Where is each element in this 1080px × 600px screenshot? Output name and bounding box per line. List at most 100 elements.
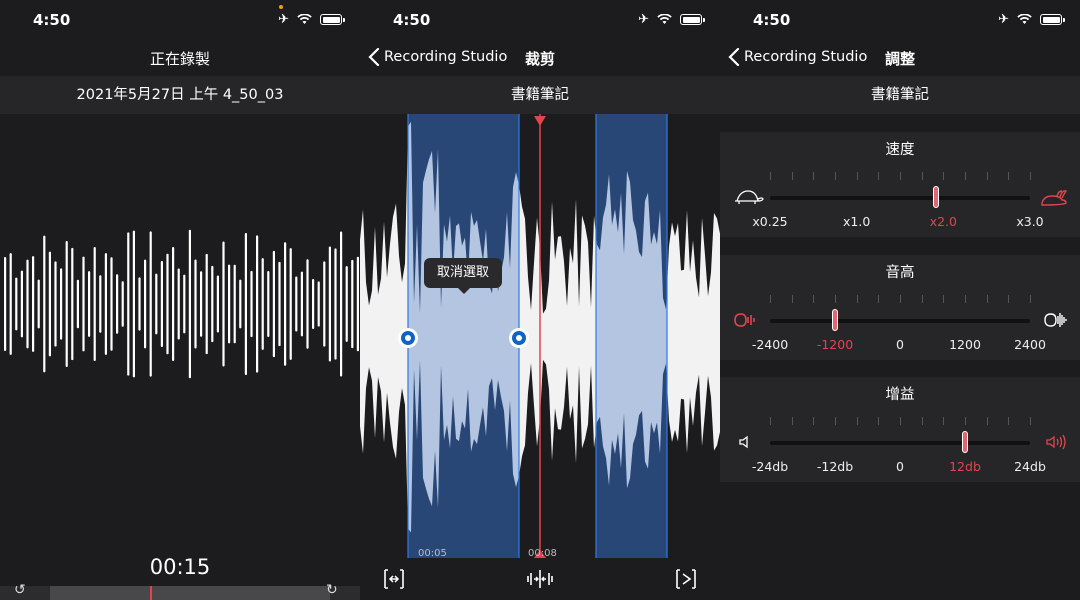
recording-name: 書籍筆記: [360, 76, 720, 114]
page-title: 調整: [885, 50, 916, 68]
wave-bar: [104, 253, 107, 355]
chevron-left-icon: [368, 48, 380, 66]
wave-bar: [48, 251, 51, 357]
wave-bar: [295, 276, 298, 332]
status-time: 4:50: [753, 11, 791, 29]
pitch-title: 音高: [885, 265, 915, 281]
forward-icon[interactable]: ↻: [326, 582, 338, 598]
wave-bar: [289, 248, 292, 360]
slider-tick: [813, 172, 815, 180]
wave-bar: [256, 235, 259, 373]
airplane-icon: ✈: [998, 12, 1009, 27]
slider-tick: [986, 417, 988, 425]
low-pitch-icon: [734, 313, 755, 327]
wave-bar: [233, 264, 236, 344]
speed-knob[interactable]: [933, 186, 940, 208]
pitch-slider[interactable]: [770, 319, 1030, 323]
wave-bar: [272, 250, 275, 358]
slider-tick: [965, 172, 966, 180]
slider-tick: [965, 417, 966, 425]
slider-label: -24db: [751, 459, 789, 474]
battery-icon: [320, 14, 345, 25]
battery-icon: [1040, 14, 1065, 25]
wave-bar: [32, 256, 35, 352]
trim-icon[interactable]: [382, 568, 406, 590]
wave-bar: [261, 258, 264, 350]
live-waveform: [4, 229, 359, 379]
back-button[interactable]: Recording Studio: [728, 48, 867, 66]
slider-tick: [943, 417, 945, 425]
gain-panel: 增益 -24db -12db 0 12db 24db: [720, 377, 1080, 482]
wave-bar: [37, 279, 40, 329]
scrubber[interactable]: ↺ ↻: [0, 582, 360, 600]
wave-bar: [356, 256, 359, 352]
slider-tick: [900, 295, 901, 303]
wave-bar: [312, 279, 315, 329]
gain-slider[interactable]: [770, 441, 1030, 445]
slider-tick: [770, 172, 771, 180]
wave-bar: [110, 257, 113, 351]
scrubber-track[interactable]: [50, 586, 330, 600]
wave-bar: [334, 248, 337, 360]
status-time: 4:50: [393, 11, 431, 29]
wave-bar: [228, 264, 231, 344]
pitch-knob[interactable]: [832, 309, 838, 331]
slider-tick: [856, 172, 858, 180]
slider-tick: [856, 295, 858, 303]
wave-bar: [149, 231, 152, 377]
wave-bar: [267, 271, 270, 337]
rabbit-icon: [1041, 190, 1068, 206]
status-icons: ✈: [638, 12, 705, 27]
speed-slider[interactable]: [770, 196, 1030, 200]
scrubber-playhead[interactable]: [150, 586, 152, 600]
trim-waveform[interactable]: 00:05 00:08: [360, 114, 720, 558]
wave-bar: [328, 246, 331, 362]
trim-end-icon[interactable]: [674, 568, 698, 590]
slider-tick: [1008, 295, 1010, 303]
slider-tick: [791, 172, 793, 180]
slider-label: -12db: [816, 459, 854, 474]
wave-bar: [166, 253, 169, 355]
speed-ticks: [770, 172, 1031, 182]
slider-tick: [770, 295, 771, 303]
time-marker: 00:08: [528, 548, 557, 558]
wave-bar: [138, 277, 141, 331]
wave-bar: [340, 231, 343, 377]
navbar: Recording Studio 裁剪: [360, 38, 720, 76]
pitch-ticks: [770, 295, 1031, 305]
wave-bar: [54, 261, 57, 347]
deselect-tooltip[interactable]: 取消選取: [424, 258, 502, 294]
slider-tick: [835, 172, 836, 180]
slider-tick: [835, 417, 836, 425]
wave-bar: [155, 273, 158, 335]
slider-tick: [921, 172, 923, 180]
mic-indicator-dot: [279, 5, 283, 9]
slider-tick: [791, 295, 793, 303]
gain-ticks: [770, 417, 1031, 427]
slider-label: 12db: [949, 459, 981, 474]
status-bar: 4:50 ✈: [720, 0, 1080, 38]
slider-tick: [770, 417, 771, 425]
battery-icon: [680, 14, 705, 25]
slider-tick: [856, 417, 858, 425]
back-button[interactable]: Recording Studio: [368, 48, 507, 66]
slider-tick: [943, 295, 945, 303]
slider-label: x3.0: [1016, 214, 1044, 229]
trim-toolbar: [360, 558, 720, 600]
slider-tick: [835, 295, 836, 303]
status-time: 4:50: [33, 11, 71, 29]
recording-timer: 00:15: [0, 548, 360, 586]
status-icons: ✈: [278, 12, 345, 27]
turtle-icon: [735, 190, 764, 204]
wave-bar: [317, 281, 320, 327]
split-icon[interactable]: [526, 568, 554, 590]
screens: 4:50 ✈ 正在錄製 2021年5月27日 上午 4_50_03 00:15 …: [0, 0, 1080, 600]
wave-bar: [188, 229, 191, 379]
wave-bar: [65, 241, 68, 367]
gain-knob[interactable]: [962, 431, 968, 453]
rewind-icon[interactable]: ↺: [14, 582, 26, 598]
wave-bar: [43, 235, 46, 373]
slider-tick: [813, 417, 815, 425]
selection-tint-2: [596, 114, 667, 558]
speed-panel: 速度 x0.25 x1.0 x2.0 x3.0: [720, 132, 1080, 237]
